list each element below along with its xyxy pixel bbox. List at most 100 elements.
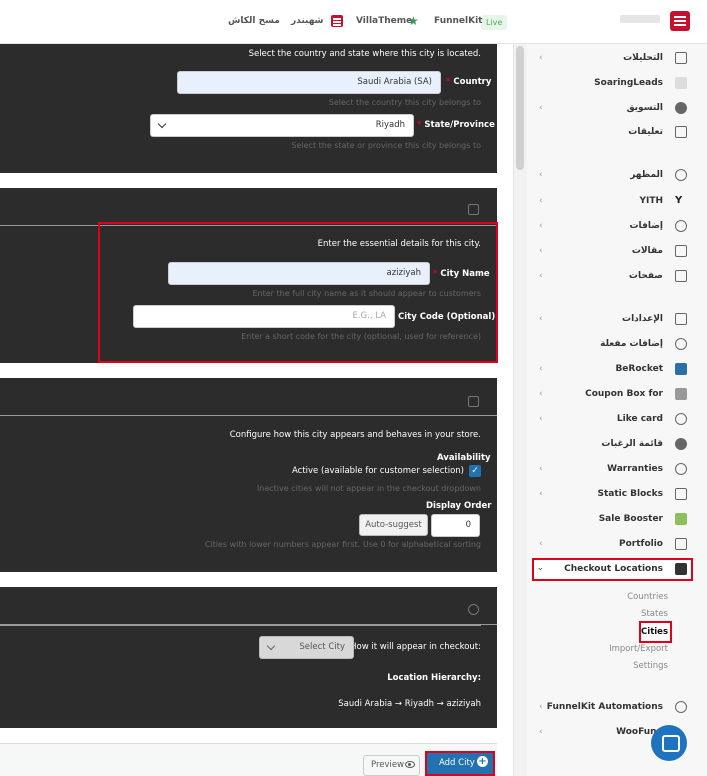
eye-icon [405, 761, 415, 768]
topbar-link-clear-cache[interactable]: مسح الكاش [228, 16, 280, 26]
select-city-preview[interactable]: Select City [259, 636, 354, 659]
submenu-states[interactable]: States [641, 609, 668, 619]
settings-icon [675, 313, 687, 325]
topbar-link-shahbandar[interactable]: شهبندر [291, 16, 324, 26]
state-select[interactable]: Riyadh [150, 114, 414, 137]
sidebar-item-marketing[interactable]: ‹ التسويق [527, 100, 697, 118]
country-help: Select the country this city belongs to [328, 98, 481, 107]
appearance-icon [675, 169, 687, 181]
trash-icon [468, 204, 479, 215]
chat-bubble-icon[interactable] [651, 725, 687, 761]
sidebar-item-static-blocks[interactable]: ‹ Static Blocks [527, 486, 697, 504]
location-icon [675, 563, 687, 575]
city-code-input[interactable]: E.G., LA [133, 305, 395, 328]
preview-button[interactable]: Preview [363, 755, 420, 776]
sidebar-item-sale-booster[interactable]: Sale Booster [527, 511, 697, 529]
sidebar-item-checkout-locations[interactable]: ‹ Checkout Locations [527, 561, 697, 579]
coupon-icon [675, 388, 687, 400]
submenu-countries[interactable]: Countries [627, 592, 668, 602]
live-badge: Live [481, 15, 508, 30]
admin-top-bar: Live FunnelKit ★ VillaTheme شهبندر مسح ا… [0, 0, 707, 44]
sidebar-item-comments[interactable]: تعليقات [527, 124, 697, 142]
pages-icon [675, 270, 687, 282]
sidebar-item-soaringleads[interactable]: SoaringLeads [527, 75, 697, 93]
submenu-import-export[interactable]: Import/Export [609, 644, 668, 654]
sidebar-item-berocket[interactable]: ‹ BeRocket [527, 361, 697, 379]
yith-icon: Y [675, 195, 683, 206]
site-name-placeholder[interactable] [620, 15, 660, 23]
comments-icon [675, 126, 687, 138]
gear-icon [675, 701, 687, 713]
active-plugins-icon [675, 338, 687, 350]
country-label: * Country [446, 77, 492, 87]
sidebar-item-wishlist[interactable]: قائمة الرغبات [527, 436, 697, 454]
eye-header-icon [468, 604, 479, 615]
appear-label: How it will appear in checkout: [350, 642, 481, 652]
availability-label: Availability [437, 453, 491, 463]
warranty-icon [675, 463, 687, 475]
details-description: Enter the essential details for this cit… [317, 239, 481, 249]
site-logo-icon[interactable] [670, 11, 690, 31]
sidebar-item-pages[interactable]: ‹ صفحات [527, 268, 697, 286]
megaphone-icon [675, 102, 687, 114]
sidebar-item-like-card[interactable]: ‹ Like card [527, 411, 697, 429]
content-scrollbar[interactable] [513, 44, 527, 776]
plus-circle-icon: + [477, 756, 488, 767]
city-code-label: City Code (Optional) [398, 312, 496, 322]
add-city-button[interactable]: Add City + [425, 751, 495, 776]
shahbandar-logo-icon [331, 15, 343, 27]
location-panel [0, 44, 497, 173]
topbar-link-funnelkit[interactable]: FunnelKit [434, 16, 482, 26]
settings-description: Configure how this city appears and beha… [229, 430, 481, 440]
active-checkbox-label: Active (available for customer selection… [291, 466, 464, 476]
sidebar-item-appearance[interactable]: ‹ المظهر [527, 167, 697, 185]
booster-icon [675, 513, 687, 525]
hierarchy-path: Saudi Arabia → Riyadh → aziziyah [338, 699, 481, 709]
settings-header-icon [468, 396, 479, 407]
display-order-label: Display Order [426, 501, 492, 511]
city-name-help: Enter the full city name as it should ap… [252, 289, 481, 298]
posts-icon [675, 245, 687, 257]
state-label: * State/Province [417, 120, 495, 130]
form-footer [0, 743, 497, 776]
sidebar-item-yith[interactable]: ‹ YITH Y [527, 193, 697, 211]
sidebar-item-portfolio[interactable]: ‹ Portfolio [527, 536, 697, 554]
settings-panel-header [0, 378, 497, 416]
submenu-settings[interactable]: Settings [633, 661, 668, 671]
country-select[interactable]: Saudi Arabia (SA) [177, 71, 441, 94]
sidebar-item-warranties[interactable]: ‹ Warranties [527, 461, 697, 479]
active-help: Inactive cities will not appear in the c… [256, 484, 481, 493]
analytics-icon [675, 52, 687, 64]
chevron-down-icon [266, 641, 276, 651]
auto-suggest-button[interactable]: Auto-suggest [359, 514, 428, 536]
plugins-icon [675, 220, 687, 232]
scrollbar-thumb[interactable] [516, 46, 524, 170]
submenu-cities[interactable]: Cities [641, 627, 668, 637]
city-name-label: * City Name [433, 269, 490, 279]
city-name-input[interactable]: aziziyah [168, 262, 430, 285]
topbar-link-villatheme[interactable]: VillaTheme [356, 16, 412, 26]
location-description: Select the country and state where this … [248, 49, 481, 59]
sidebar-item-posts[interactable]: ‹ مقالات [527, 243, 697, 261]
sidebar-item-plugins[interactable]: ‹ إضافات [527, 218, 697, 236]
sidebar-item-analytics[interactable]: ‹ التحليلات [527, 50, 697, 68]
sidebar-item-settings[interactable]: ‹ الإعدادات [527, 311, 697, 329]
sidebar-item-coupon-box[interactable]: ‹ Coupon Box for [527, 386, 697, 404]
berocket-icon [675, 363, 687, 375]
sidebar-item-active-plugins[interactable]: إضافات مفعلة [527, 336, 697, 354]
gamepad-icon [675, 413, 687, 425]
city-code-help: Enter a short code for the city (optiona… [241, 332, 481, 341]
blocks-icon [675, 488, 687, 500]
chevron-down-icon [157, 119, 167, 129]
soaringleads-icon [675, 77, 687, 89]
state-value: Riyadh [375, 120, 405, 130]
select-city-text: Select City [299, 642, 345, 652]
active-checkbox[interactable]: ✓ [469, 465, 481, 477]
display-order-help: Cities with lower numbers appear first. … [204, 540, 481, 549]
portfolio-icon [675, 538, 687, 550]
preview-panel-header [0, 587, 497, 625]
main-content [0, 44, 513, 776]
display-order-input[interactable]: 0 [431, 514, 480, 537]
sidebar-item-funnelkit-automations[interactable]: ‹ FunnelKit Automations [527, 699, 697, 717]
hierarchy-title: Location Hierarchy: [387, 673, 481, 683]
